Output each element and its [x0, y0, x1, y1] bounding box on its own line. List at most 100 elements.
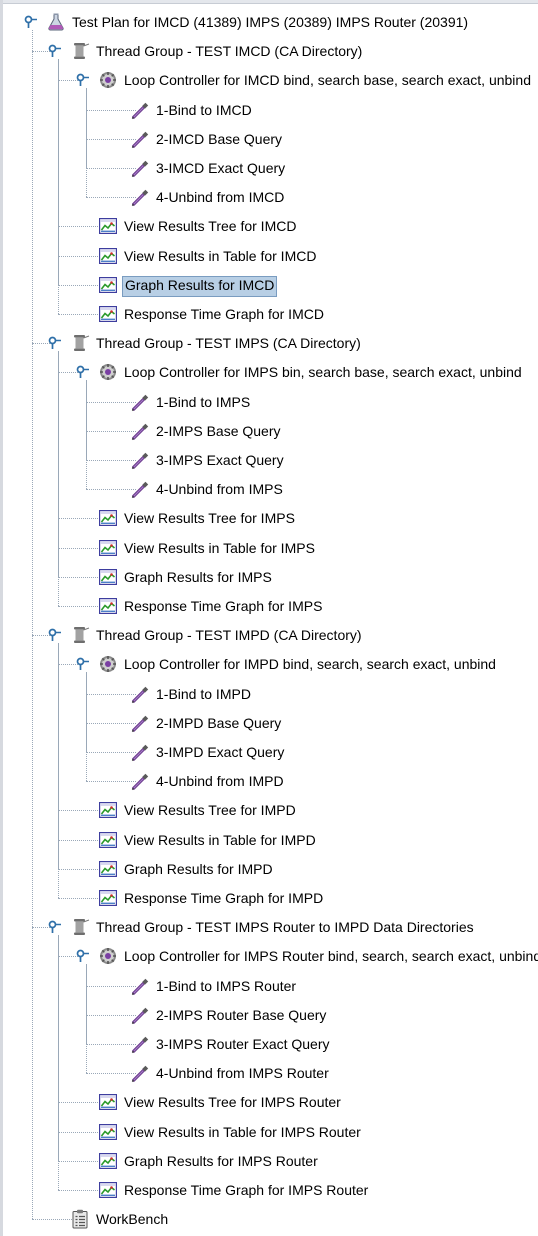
tree-node-label[interactable]: Thread Group - TEST IMPS Router to IMPD … [94, 918, 476, 937]
tree-node-label[interactable]: Thread Group - TEST IMPD (CA Directory) [94, 626, 364, 645]
tree-node-label[interactable]: 3-IMPS Exact Query [154, 451, 286, 470]
tree-node-sampler[interactable]: 1-Bind to IMPD [0, 680, 538, 709]
tree-node-label[interactable]: Response Time Graph for IMCD [122, 305, 326, 324]
tree-node-sampler[interactable]: 1-Bind to IMPS [0, 388, 538, 417]
tree-node-sampler[interactable]: 2-IMPS Base Query [0, 417, 538, 446]
expand-collapse-handle-icon[interactable] [76, 657, 90, 671]
tree-node-label[interactable]: View Results Tree for IMPS Router [122, 1093, 343, 1112]
tree-node-label[interactable]: Loop Controller for IMCD bind, search ba… [122, 71, 533, 90]
tree-node-loop[interactable]: Loop Controller for IMPS bin, search bas… [0, 358, 538, 387]
tree-node-listener[interactable]: Response Time Graph for IMCD [0, 300, 538, 329]
tree-node-listener[interactable]: View Results in Table for IMPD [0, 826, 538, 855]
tree-node-label[interactable]: 3-IMPS Router Exact Query [154, 1035, 332, 1054]
tree-node-label[interactable]: Loop Controller for IMPD bind, search, s… [122, 655, 498, 674]
tree-node-label[interactable]: 4-Unbind from IMCD [154, 188, 286, 207]
tree-node-label[interactable]: View Results in Table for IMPS Router [122, 1123, 363, 1142]
expand-collapse-handle-icon[interactable] [48, 336, 62, 350]
tree-node-label[interactable]: Test Plan for IMCD (41389) IMPS (20389) … [70, 13, 470, 32]
tree-node-label[interactable]: 2-IMPS Router Base Query [154, 1006, 328, 1025]
tree-node-label[interactable]: 4-Unbind from IMPS Router [154, 1064, 331, 1083]
tree-node-sampler[interactable]: 4-Unbind from IMPD [0, 767, 538, 796]
tree-node-sampler[interactable]: 2-IMPD Base Query [0, 709, 538, 738]
tree-node-label[interactable]: Response Time Graph for IMPD [122, 889, 325, 908]
tree-node-label[interactable]: 4-Unbind from IMPD [154, 772, 286, 791]
results-graph-icon [98, 888, 118, 908]
tree-node-listener[interactable]: Graph Results for IMPS [0, 563, 538, 592]
pipette-icon [130, 684, 150, 704]
tree-node-listener[interactable]: View Results Tree for IMCD [0, 212, 538, 241]
tree-node-sampler[interactable]: 2-IMCD Base Query [0, 125, 538, 154]
tree-node-label[interactable]: Graph Results for IMPD [122, 860, 275, 879]
tree-node-listener[interactable]: Response Time Graph for IMPS [0, 592, 538, 621]
tree-node-label[interactable]: 1-Bind to IMPD [154, 685, 253, 704]
tree-node-listener[interactable]: View Results in Table for IMPS [0, 534, 538, 563]
tree-node-label[interactable]: 2-IMPS Base Query [154, 422, 283, 441]
spool-icon [70, 41, 90, 61]
results-graph-icon [98, 275, 118, 295]
tree-node-listener[interactable]: Graph Results for IMPS Router [0, 1147, 538, 1176]
tree-node-loop[interactable]: Loop Controller for IMPS Router bind, se… [0, 942, 538, 971]
expand-collapse-handle-icon[interactable] [48, 44, 62, 58]
tree-node-label[interactable]: View Results Tree for IMPD [122, 801, 298, 820]
gear-loop-icon [98, 946, 118, 966]
tree-node-sampler[interactable]: 4-Unbind from IMCD [0, 183, 538, 212]
tree-node-sampler[interactable]: 3-IMPS Router Exact Query [0, 1030, 538, 1059]
tree-node-label[interactable]: View Results Tree for IMPS [122, 509, 297, 528]
tree-node-sampler[interactable]: 4-Unbind from IMPS [0, 475, 538, 504]
expand-collapse-handle-icon[interactable] [24, 15, 38, 29]
results-graph-icon [98, 508, 118, 528]
expand-collapse-handle-icon[interactable] [48, 628, 62, 642]
tree-node-label[interactable]: View Results in Table for IMCD [122, 247, 318, 266]
tree-node-workbench[interactable]: WorkBench [0, 1205, 538, 1234]
tree-node-threadgroup[interactable]: Thread Group - TEST IMPD (CA Directory) [0, 621, 538, 650]
tree-node-label[interactable]: 1-Bind to IMPS Router [154, 977, 298, 996]
tree-node-label[interactable]: 2-IMPD Base Query [154, 714, 283, 733]
tree-node-label[interactable]: Thread Group - TEST IMCD (CA Directory) [94, 42, 364, 61]
expand-collapse-handle-icon[interactable] [48, 920, 62, 934]
tree-node-listener[interactable]: View Results Tree for IMPD [0, 796, 538, 825]
tree-node-label[interactable]: WorkBench [94, 1210, 170, 1229]
tree-node-listener[interactable]: Response Time Graph for IMPD [0, 884, 538, 913]
tree-node-label[interactable]: 2-IMCD Base Query [154, 130, 284, 149]
expand-collapse-handle-icon[interactable] [76, 365, 90, 379]
tree-node-threadgroup[interactable]: Thread Group - TEST IMCD (CA Directory) [0, 37, 538, 66]
tree-node-label[interactable]: Loop Controller for IMPS Router bind, se… [122, 947, 538, 966]
tree-node-label[interactable]: Graph Results for IMPS Router [122, 1152, 320, 1171]
tree-node-loop[interactable]: Loop Controller for IMPD bind, search, s… [0, 650, 538, 679]
tree-node-threadgroup[interactable]: Thread Group - TEST IMPS (CA Directory) [0, 329, 538, 358]
tree-node-sampler[interactable]: 1-Bind to IMPS Router [0, 972, 538, 1001]
tree-node-sampler[interactable]: 4-Unbind from IMPS Router [0, 1059, 538, 1088]
tree-node-listener[interactable]: Graph Results for IMCD [0, 271, 538, 300]
tree-node-testplan[interactable]: Test Plan for IMCD (41389) IMPS (20389) … [0, 8, 538, 37]
tree-node-label[interactable]: View Results Tree for IMCD [122, 217, 298, 236]
tree-node-sampler[interactable]: 3-IMPS Exact Query [0, 446, 538, 475]
tree-node-label[interactable]: 3-IMPD Exact Query [154, 743, 286, 762]
tree-node-label[interactable]: Loop Controller for IMPS bin, search bas… [122, 363, 524, 382]
tree-node-label[interactable]: 1-Bind to IMPS [154, 393, 252, 412]
tree-node-label[interactable]: Thread Group - TEST IMPS (CA Directory) [94, 334, 363, 353]
tree-node-sampler[interactable]: 3-IMCD Exact Query [0, 154, 538, 183]
expand-collapse-handle-icon[interactable] [76, 73, 90, 87]
tree-node-sampler[interactable]: 3-IMPD Exact Query [0, 738, 538, 767]
tree-node-label[interactable]: View Results in Table for IMPS [122, 539, 317, 558]
tree-node-listener[interactable]: View Results Tree for IMPS Router [0, 1088, 538, 1117]
tree-node-label[interactable]: View Results in Table for IMPD [122, 831, 318, 850]
tree-node-threadgroup[interactable]: Thread Group - TEST IMPS Router to IMPD … [0, 913, 538, 942]
tree-node-label[interactable]: Graph Results for IMCD [122, 275, 278, 297]
tree-node-sampler[interactable]: 2-IMPS Router Base Query [0, 1001, 538, 1030]
tree-node-label[interactable]: Graph Results for IMPS [122, 568, 274, 587]
test-plan-tree[interactable]: Test Plan for IMCD (41389) IMPS (20389) … [0, 0, 538, 1236]
tree-node-listener[interactable]: View Results in Table for IMCD [0, 242, 538, 271]
expand-collapse-handle-icon[interactable] [76, 949, 90, 963]
tree-node-listener[interactable]: Graph Results for IMPD [0, 855, 538, 884]
tree-node-listener[interactable]: View Results in Table for IMPS Router [0, 1118, 538, 1147]
tree-node-label[interactable]: 1-Bind to IMCD [154, 101, 254, 120]
tree-node-label[interactable]: Response Time Graph for IMPS Router [122, 1181, 370, 1200]
tree-node-listener[interactable]: View Results Tree for IMPS [0, 504, 538, 533]
tree-node-listener[interactable]: Response Time Graph for IMPS Router [0, 1176, 538, 1205]
tree-node-label[interactable]: Response Time Graph for IMPS [122, 597, 324, 616]
tree-node-label[interactable]: 4-Unbind from IMPS [154, 480, 285, 499]
tree-node-loop[interactable]: Loop Controller for IMCD bind, search ba… [0, 66, 538, 95]
tree-node-sampler[interactable]: 1-Bind to IMCD [0, 96, 538, 125]
tree-node-label[interactable]: 3-IMCD Exact Query [154, 159, 287, 178]
